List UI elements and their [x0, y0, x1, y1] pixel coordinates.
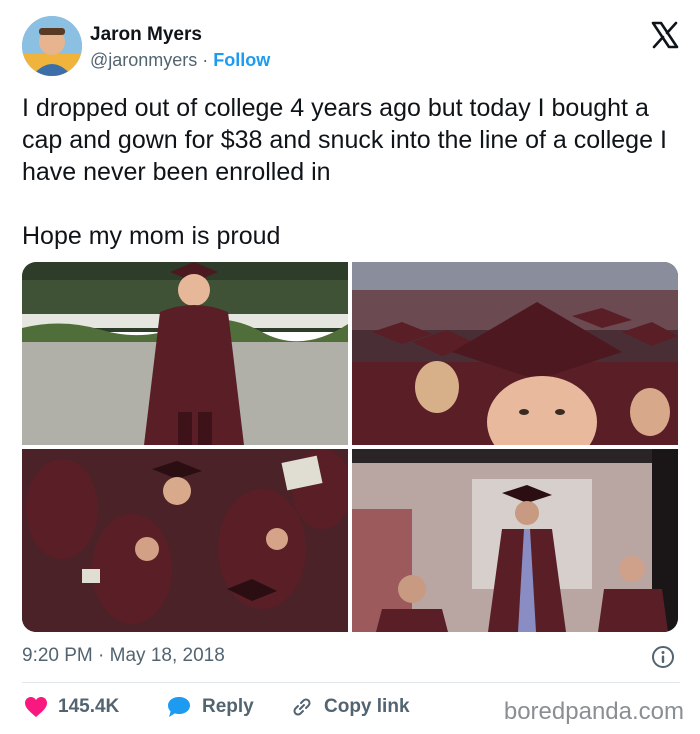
divider [22, 682, 680, 683]
like-button[interactable]: 145.4K [24, 690, 119, 724]
reply-label: Reply [202, 696, 254, 717]
handle-separator: · [197, 50, 214, 70]
avatar[interactable] [22, 16, 82, 76]
copy-link-button[interactable]: Copy link [290, 690, 410, 724]
watermark: boredpanda.com [503, 698, 684, 725]
tweet-text: I dropped out of college 4 years ago but… [22, 94, 667, 250]
reply-bubble-icon [168, 697, 190, 717]
like-count: 145.4K [58, 696, 120, 717]
photo-jumbotron[interactable] [352, 449, 678, 632]
author-handle[interactable]: @jaronmyers [90, 50, 197, 70]
info-icon[interactable] [650, 644, 676, 670]
copy-link-label: Copy link [324, 696, 410, 717]
link-icon [293, 698, 311, 716]
photo-standing[interactable] [22, 262, 348, 445]
x-logo-icon[interactable] [650, 20, 680, 50]
heart-icon [25, 697, 47, 717]
follow-button[interactable]: Follow [213, 50, 270, 70]
photo-ceremony-crowd[interactable] [22, 449, 348, 632]
reply-button[interactable]: Reply [166, 690, 254, 724]
tweet-header: Jaron Myers @jaronmyers · Follow [22, 16, 680, 78]
handle-row: @jaronmyers · Follow [90, 50, 270, 71]
media-grid[interactable] [22, 262, 678, 632]
tweet-timestamp[interactable]: 9:20 PM · May 18, 2018 [22, 645, 225, 667]
photo-crowd-selfie[interactable] [352, 262, 678, 445]
author-name[interactable]: Jaron Myers [90, 24, 202, 46]
